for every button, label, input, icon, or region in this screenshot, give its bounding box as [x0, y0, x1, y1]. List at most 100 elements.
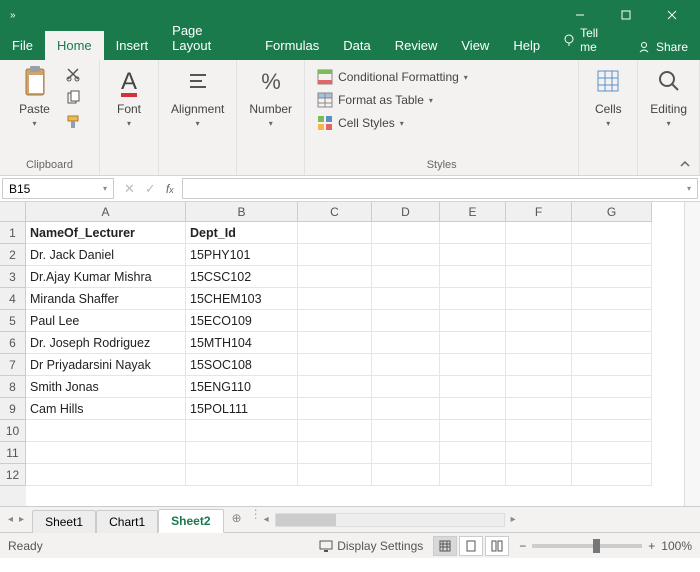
cut-button[interactable]	[62, 63, 84, 85]
format-as-table-button[interactable]: Format as Table ▾	[313, 90, 570, 110]
tab-home[interactable]: Home	[45, 31, 104, 60]
cell[interactable]	[372, 310, 440, 332]
cell[interactable]	[26, 442, 186, 464]
cells-button[interactable]: Cells ▾	[585, 63, 631, 130]
row-header[interactable]: 3	[0, 266, 26, 288]
tab-view[interactable]: View	[449, 31, 501, 60]
column-header[interactable]: B	[186, 202, 298, 222]
row-header[interactable]: 5	[0, 310, 26, 332]
accept-formula-icon[interactable]: ✓	[145, 181, 156, 197]
cell[interactable]	[372, 354, 440, 376]
grid-body[interactable]: NameOf_LecturerDept_IdDr. Jack Daniel15P…	[26, 222, 684, 486]
cell[interactable]	[298, 332, 372, 354]
horizontal-scrollbar[interactable]	[275, 513, 505, 527]
zoom-out-button[interactable]: −	[519, 539, 526, 553]
cell[interactable]	[506, 266, 572, 288]
row-header[interactable]: 12	[0, 464, 26, 486]
cell[interactable]	[298, 244, 372, 266]
close-button[interactable]	[650, 0, 694, 30]
formula-input-wrap[interactable]: ▾	[182, 178, 698, 199]
name-box[interactable]: ▾	[2, 178, 114, 199]
cell[interactable]: Dr. Joseph Rodriguez	[26, 332, 186, 354]
cell[interactable]	[298, 464, 372, 486]
cell[interactable]	[372, 376, 440, 398]
cell[interactable]	[26, 420, 186, 442]
cell[interactable]	[440, 266, 506, 288]
font-button[interactable]: A Font ▾	[106, 63, 152, 130]
sheet-nav-first[interactable]: ◂	[6, 512, 15, 527]
cell[interactable]	[572, 222, 652, 244]
sheet-tab[interactable]: Sheet1	[32, 510, 96, 533]
cell[interactable]	[440, 464, 506, 486]
cell[interactable]	[506, 354, 572, 376]
add-sheet-button[interactable]: ⊕	[224, 507, 250, 532]
cell[interactable]: Smith Jonas	[26, 376, 186, 398]
cell[interactable]: 15CHEM103	[186, 288, 298, 310]
cell[interactable]	[572, 310, 652, 332]
cell[interactable]	[440, 354, 506, 376]
cell[interactable]	[440, 442, 506, 464]
column-header[interactable]: E	[440, 202, 506, 222]
vertical-scrollbar[interactable]	[684, 202, 700, 506]
zoom-in-button[interactable]: +	[648, 539, 655, 553]
column-header[interactable]: D	[372, 202, 440, 222]
cell[interactable]	[372, 244, 440, 266]
cell[interactable]	[298, 376, 372, 398]
cell[interactable]	[298, 266, 372, 288]
editing-button[interactable]: Editing ▾	[644, 63, 693, 130]
display-settings-button[interactable]: Display Settings	[319, 539, 423, 553]
tab-pagelayout[interactable]: Page Layout	[160, 16, 253, 60]
zoom-slider[interactable]	[532, 544, 642, 548]
cell[interactable]: 15ECO109	[186, 310, 298, 332]
cell[interactable]	[298, 310, 372, 332]
column-header[interactable]: G	[572, 202, 652, 222]
cell-styles-button[interactable]: Cell Styles ▾	[313, 113, 570, 133]
cell[interactable]	[506, 376, 572, 398]
view-normal-button[interactable]	[433, 536, 457, 556]
cell[interactable]	[572, 398, 652, 420]
row-header[interactable]: 7	[0, 354, 26, 376]
cell[interactable]	[298, 288, 372, 310]
conditional-formatting-button[interactable]: Conditional Formatting ▾	[313, 67, 570, 87]
cell[interactable]	[506, 398, 572, 420]
sheet-tab[interactable]: Sheet2	[158, 509, 223, 533]
hscroll-right[interactable]: ▸	[509, 512, 518, 527]
cell[interactable]	[298, 398, 372, 420]
cell[interactable]	[506, 288, 572, 310]
cell[interactable]: 15CSC102	[186, 266, 298, 288]
row-header[interactable]: 10	[0, 420, 26, 442]
cell[interactable]	[440, 288, 506, 310]
cell[interactable]	[440, 376, 506, 398]
cell[interactable]: Dr.Ajay Kumar Mishra	[26, 266, 186, 288]
cell[interactable]	[186, 442, 298, 464]
cell[interactable]	[572, 442, 652, 464]
cell[interactable]	[298, 420, 372, 442]
tab-data[interactable]: Data	[331, 31, 382, 60]
view-layout-button[interactable]	[459, 536, 483, 556]
autosave-icon[interactable]: »	[10, 10, 16, 21]
column-header[interactable]: C	[298, 202, 372, 222]
row-header[interactable]: 2	[0, 244, 26, 266]
number-button[interactable]: % Number ▾	[243, 63, 298, 130]
cell[interactable]	[572, 332, 652, 354]
cell[interactable]	[506, 310, 572, 332]
fx-icon[interactable]: fx	[166, 182, 174, 196]
cell[interactable]	[572, 288, 652, 310]
cell[interactable]: Dr Priyadarsini Nayak	[26, 354, 186, 376]
view-pagebreak-button[interactable]	[485, 536, 509, 556]
cell[interactable]	[372, 464, 440, 486]
cell[interactable]	[186, 420, 298, 442]
cell[interactable]	[186, 464, 298, 486]
cell[interactable]	[506, 464, 572, 486]
cell[interactable]	[506, 222, 572, 244]
alignment-button[interactable]: Alignment ▾	[165, 63, 230, 130]
zoom-value[interactable]: 100%	[661, 539, 692, 553]
paste-button[interactable]: Paste ▾	[12, 63, 58, 130]
collapse-ribbon-button[interactable]	[678, 157, 692, 171]
cell[interactable]	[298, 354, 372, 376]
cell[interactable]	[440, 310, 506, 332]
cell[interactable]	[572, 266, 652, 288]
cell[interactable]	[372, 332, 440, 354]
chevron-down-icon[interactable]: ▾	[687, 184, 691, 193]
cell[interactable]: 15PHY101	[186, 244, 298, 266]
